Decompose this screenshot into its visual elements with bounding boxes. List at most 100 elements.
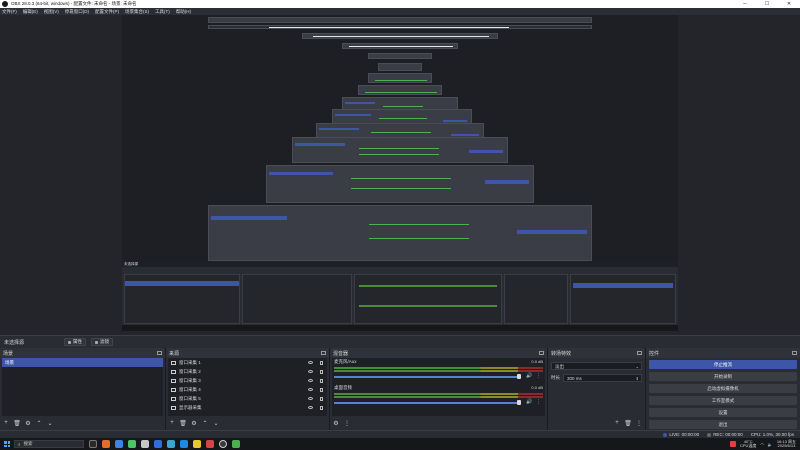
app-icon[interactable]	[206, 440, 214, 448]
remove-transition-icon[interactable]: 🗑	[624, 419, 632, 427]
exit-button[interactable]: 退出	[649, 420, 797, 429]
menu-view[interactable]: 视图(V)	[44, 9, 59, 15]
app-icon[interactable]	[128, 440, 136, 448]
speaker-icon[interactable]: 🔊	[526, 399, 532, 405]
transition-type-value: 淡出	[555, 364, 564, 369]
studio-mode-button[interactable]: 工作室模式	[649, 396, 797, 405]
maximize-button[interactable]: ☐	[756, 0, 778, 8]
spinner-icon[interactable]: ⇕	[636, 375, 639, 382]
popout-icon[interactable]	[321, 351, 326, 355]
gear-icon[interactable]: ⋮	[536, 373, 541, 379]
speaker-icon[interactable]: 🔊	[526, 373, 532, 379]
app-icon[interactable]	[115, 440, 123, 448]
remove-source-icon[interactable]: 🗑	[179, 419, 187, 427]
menu-help[interactable]: 帮助(H)	[176, 9, 191, 15]
source-item[interactable]: 窗口采集 4	[168, 385, 327, 394]
menu-profile[interactable]: 配置文件(P)	[95, 9, 119, 15]
tray-app-icon[interactable]	[729, 441, 736, 447]
window-capture-icon	[171, 396, 176, 401]
add-transition-icon[interactable]: +	[613, 419, 621, 427]
remove-scene-icon[interactable]: 🗑	[13, 419, 21, 427]
popout-icon[interactable]	[157, 351, 162, 355]
eye-icon[interactable]	[308, 388, 313, 391]
source-name: 窗口采集 1	[179, 359, 201, 365]
volume-slider[interactable]	[334, 402, 519, 404]
wifi-icon[interactable]: ◠	[760, 442, 764, 447]
popout-icon[interactable]	[539, 351, 544, 355]
move-up-icon[interactable]: ⌃	[201, 419, 209, 427]
minimize-button[interactable]: ─	[734, 0, 756, 8]
source-properties-icon[interactable]: ⚙	[190, 419, 198, 427]
taskbar-search[interactable]: ⌕ 搜索	[14, 440, 84, 448]
volume-meter	[334, 367, 543, 369]
app-icon[interactable]	[193, 440, 201, 448]
eye-icon[interactable]	[308, 397, 313, 400]
start-recording-button[interactable]: 开始录制	[649, 372, 797, 381]
mixer-toolbar: ⚙ ⋮	[332, 418, 545, 428]
app-icon[interactable]	[102, 440, 110, 448]
volume-slider-handle[interactable]	[517, 374, 521, 379]
inner-scene-label: 未选择源	[122, 261, 678, 267]
settings-button[interactable]: 设置	[649, 408, 797, 417]
advanced-audio-icon[interactable]: ⚙	[332, 419, 340, 427]
menu-docks[interactable]: 停靠窗口(D)	[65, 9, 89, 15]
menu-scene-collection[interactable]: 场景集合(S)	[125, 9, 149, 15]
transition-menu-icon[interactable]: ⋮	[635, 419, 643, 427]
menu-tools[interactable]: 工具(T)	[155, 9, 170, 15]
browser-icon[interactable]	[154, 440, 162, 448]
weather-widget[interactable]: 40°C CPU温度	[740, 439, 756, 449]
app-icon[interactable]	[141, 440, 149, 448]
properties-button[interactable]: 属性	[64, 338, 87, 346]
lock-icon[interactable]	[320, 405, 323, 410]
menu-edit[interactable]: 编辑(E)	[23, 9, 38, 15]
source-item[interactable]: 窗口采集 2	[168, 367, 327, 376]
taskbar-clock[interactable]: 16:13 周五 2025/6/13	[777, 439, 796, 449]
lock-icon[interactable]	[320, 378, 323, 383]
filters-button[interactable]: 滤镜	[91, 338, 114, 346]
source-item[interactable]: 窗口采集 5	[168, 394, 327, 403]
move-down-icon[interactable]: ⌄	[212, 419, 220, 427]
start-virtual-camera-button[interactable]: 启动虚拟摄像机	[649, 384, 797, 393]
duration-input[interactable]: 300 ms ⇕	[563, 374, 642, 382]
lock-icon[interactable]	[320, 396, 323, 401]
mixer-menu-icon[interactable]: ⋮	[343, 419, 351, 427]
live-status: LIVE: 00:00:00	[663, 432, 699, 437]
move-up-icon[interactable]: ⌃	[35, 419, 43, 427]
task-view-icon[interactable]	[89, 440, 97, 448]
eye-icon[interactable]	[308, 379, 313, 382]
windows-start-icon[interactable]	[4, 441, 10, 447]
lock-icon[interactable]	[320, 369, 323, 374]
source-toolbar: 未选择源 属性 滤镜	[0, 335, 800, 348]
volume-icon[interactable]: 🔈	[768, 442, 773, 447]
eye-icon[interactable]	[308, 406, 313, 409]
volume-meter	[334, 393, 543, 395]
recursion-frame	[292, 137, 508, 163]
obs-taskbar-icon[interactable]	[219, 440, 227, 448]
windows-taskbar: ⌕ 搜索 40°C CPU温度 ◠ 🔈 16:13 周五 2025/6/13	[0, 438, 800, 450]
scene-filters-icon[interactable]: ⚙	[24, 419, 32, 427]
add-scene-icon[interactable]: +	[2, 419, 10, 427]
move-down-icon[interactable]: ⌄	[46, 419, 54, 427]
source-item[interactable]: 窗口采集 1	[168, 358, 327, 367]
stop-streaming-button[interactable]: 停止推流	[649, 360, 797, 369]
source-item[interactable]: 窗口采集 3	[168, 376, 327, 385]
scene-item[interactable]: 场景	[2, 358, 163, 367]
source-item[interactable]: 显示器采集	[168, 403, 327, 412]
gear-icon[interactable]: ⋮	[536, 399, 541, 405]
popout-icon[interactable]	[792, 351, 797, 355]
app-icon[interactable]	[232, 440, 240, 448]
transition-type-select[interactable]: 淡出 ⌄	[551, 362, 642, 370]
volume-slider[interactable]	[334, 376, 519, 378]
lock-icon[interactable]	[320, 360, 323, 365]
menu-file[interactable]: 文件(F)	[2, 9, 17, 15]
lock-icon[interactable]	[320, 387, 323, 392]
preview-canvas[interactable]: 未选择源	[122, 15, 678, 331]
app-icon[interactable]	[180, 440, 188, 448]
add-source-icon[interactable]: +	[168, 419, 176, 427]
eye-icon[interactable]	[308, 370, 313, 373]
popout-icon[interactable]	[637, 351, 642, 355]
app-icon[interactable]	[167, 440, 175, 448]
volume-slider-handle[interactable]	[517, 400, 521, 405]
eye-icon[interactable]	[308, 361, 313, 364]
close-button[interactable]: ✕	[778, 0, 800, 8]
